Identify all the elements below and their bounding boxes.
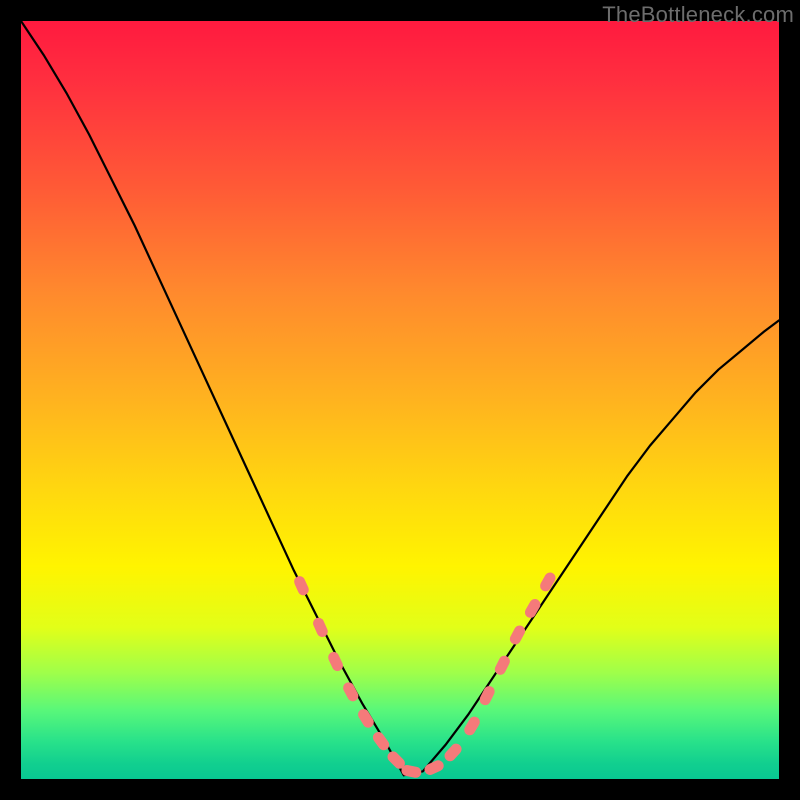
marker (341, 680, 360, 703)
chart-frame: TheBottleneck.com (0, 0, 800, 800)
marker (400, 764, 422, 779)
marker (538, 571, 557, 594)
watermark-text: TheBottleneck.com (602, 2, 794, 28)
marker (356, 707, 376, 730)
marker (508, 624, 527, 647)
markers-group (292, 571, 557, 779)
curve-path-group (21, 21, 779, 775)
chart-svg (21, 21, 779, 779)
marker (423, 758, 446, 776)
curve-path (21, 21, 779, 775)
marker (326, 650, 344, 673)
marker (292, 574, 310, 597)
